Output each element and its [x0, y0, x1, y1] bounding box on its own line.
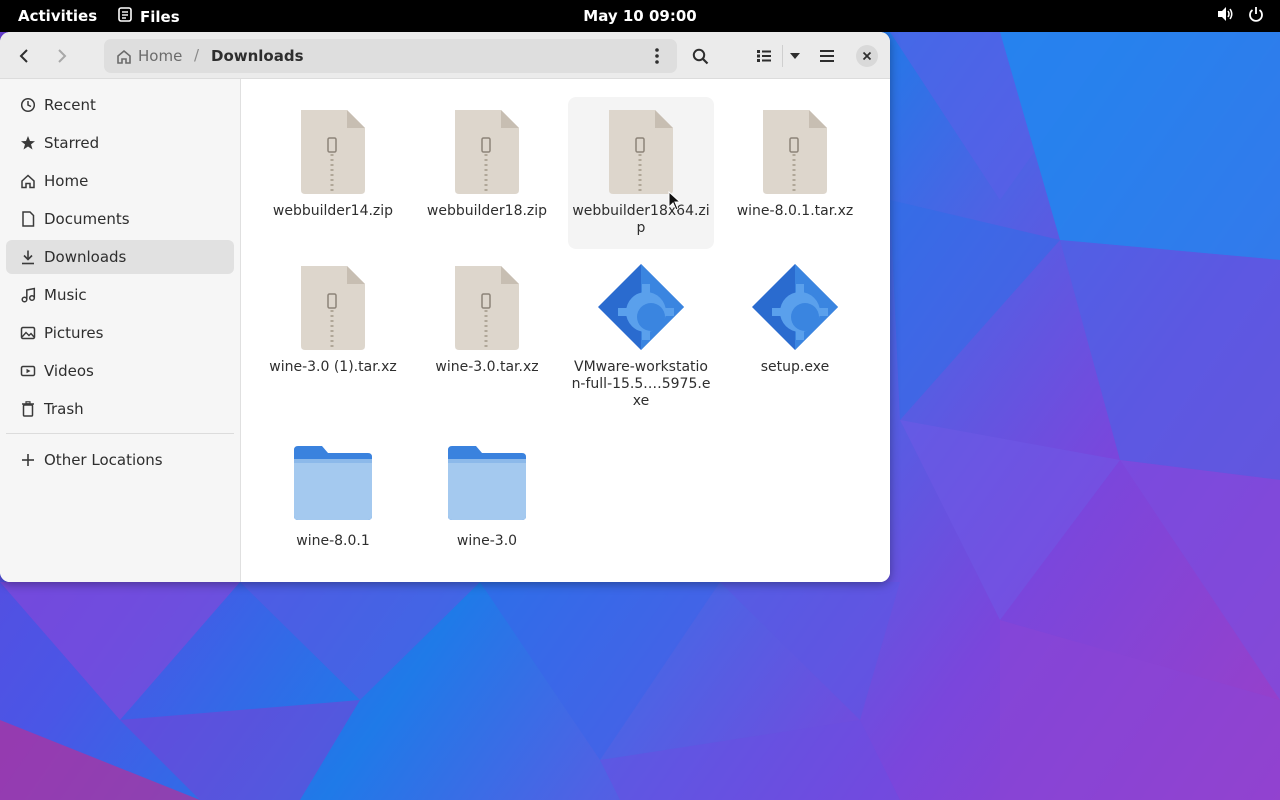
- path-bar[interactable]: Home / Downloads: [104, 39, 677, 73]
- system-tray[interactable]: [1216, 6, 1264, 26]
- archive-icon: [593, 103, 689, 199]
- search-icon: [692, 48, 708, 64]
- sidebar-item-label: Downloads: [44, 248, 127, 266]
- file-name: wine-3.0: [456, 533, 518, 549]
- kebab-menu-icon: [655, 48, 659, 64]
- file-item[interactable]: webbuilder14.zip: [260, 97, 406, 220]
- file-name: webbuilder18.zip: [426, 203, 548, 219]
- sidebar-item-starred[interactable]: Starred: [6, 126, 234, 160]
- breadcrumb-home[interactable]: Home: [116, 47, 182, 65]
- picture-icon: [20, 325, 36, 341]
- sidebar-item-home[interactable]: Home: [6, 164, 234, 198]
- sidebar-item-recent[interactable]: Recent: [6, 88, 234, 122]
- app-name: Files: [140, 7, 180, 26]
- executable-icon: [593, 259, 689, 355]
- caret-down-icon: [790, 53, 800, 59]
- power-icon[interactable]: [1248, 6, 1264, 26]
- chevron-left-icon: [19, 49, 28, 63]
- file-name: webbuilder18x64.zip: [572, 203, 710, 236]
- file-item[interactable]: wine-8.0.1.tar.xz: [722, 97, 868, 220]
- document-icon: [20, 211, 36, 227]
- app-menu[interactable]: Files: [118, 7, 180, 26]
- breadcrumb-current[interactable]: Downloads: [211, 47, 304, 65]
- header-bar: Home / Downloads: [0, 32, 890, 79]
- sidebar-item-label: Trash: [44, 400, 84, 418]
- main-menu-button[interactable]: [811, 40, 843, 72]
- file-name: wine-8.0.1: [296, 533, 370, 549]
- folder-icon: [285, 433, 381, 529]
- sidebar-item-label: Home: [44, 172, 89, 190]
- sidebar-item-label: Starred: [44, 134, 100, 152]
- file-item[interactable]: wine-3.0: [414, 427, 560, 550]
- file-name: webbuilder14.zip: [272, 203, 394, 219]
- archive-icon: [285, 103, 381, 199]
- search-button[interactable]: [684, 40, 716, 72]
- breadcrumb-separator: /: [194, 46, 200, 64]
- archive-icon: [439, 103, 535, 199]
- volume-icon[interactable]: [1216, 6, 1234, 26]
- plus-icon: [20, 452, 36, 468]
- list-view-icon: [757, 50, 771, 62]
- sidebar-item-label: Music: [44, 286, 87, 304]
- mouse-pointer-icon: [668, 191, 682, 211]
- sidebar-item-label: Other Locations: [44, 451, 163, 469]
- sidebar-item-videos[interactable]: Videos: [6, 354, 234, 388]
- file-item[interactable]: wine-3.0.tar.xz: [414, 253, 560, 376]
- home-icon: [20, 173, 36, 189]
- files-app-icon: [118, 7, 132, 26]
- file-item[interactable]: wine-3.0 (1).tar.xz: [260, 253, 406, 376]
- sidebar-item-pictures[interactable]: Pictures: [6, 316, 234, 350]
- close-icon: [862, 51, 872, 61]
- sidebar-item-label: Pictures: [44, 324, 104, 342]
- file-name: wine-3.0 (1).tar.xz: [269, 359, 397, 375]
- sidebar-item-label: Recent: [44, 96, 96, 114]
- forward-button[interactable]: [46, 40, 78, 72]
- file-item[interactable]: VMware-workstation-full-15.5.…5975.exe: [568, 253, 714, 410]
- file-name: setup.exe: [760, 359, 830, 375]
- sidebar-item-downloads[interactable]: Downloads: [6, 240, 234, 274]
- archive-icon: [285, 259, 381, 355]
- close-window-button[interactable]: [856, 45, 878, 67]
- activities-button[interactable]: Activities: [18, 7, 97, 25]
- sidebar-item-other-locations[interactable]: Other Locations: [6, 443, 234, 477]
- sidebar-divider: [6, 433, 234, 434]
- view-options: [748, 40, 806, 72]
- music-icon: [20, 287, 36, 303]
- list-view-button[interactable]: [748, 40, 780, 72]
- star-icon: [20, 135, 36, 151]
- clock[interactable]: May 10 09:00: [583, 7, 696, 25]
- files-window: Home / Downloads Recent Starred Home Doc…: [0, 32, 890, 582]
- hamburger-menu-icon: [820, 50, 834, 62]
- home-icon: [117, 49, 131, 64]
- view-divider: [782, 45, 783, 67]
- sidebar: Recent Starred Home Documents Downloads …: [0, 79, 241, 582]
- folder-icon: [439, 433, 535, 529]
- sidebar-item-label: Videos: [44, 362, 94, 380]
- file-name: wine-3.0.tar.xz: [435, 359, 539, 375]
- sidebar-item-trash[interactable]: Trash: [6, 392, 234, 426]
- chevron-right-icon: [58, 49, 67, 63]
- executable-icon: [747, 259, 843, 355]
- download-icon: [20, 249, 36, 265]
- clock-icon: [20, 97, 36, 113]
- trash-icon: [20, 401, 36, 417]
- back-button[interactable]: [8, 40, 40, 72]
- sidebar-item-documents[interactable]: Documents: [6, 202, 234, 236]
- file-name: wine-8.0.1.tar.xz: [736, 203, 854, 219]
- file-grid: webbuilder14.zip webbuilder18.zip webbui…: [241, 79, 890, 582]
- sidebar-item-label: Documents: [44, 210, 130, 228]
- file-item[interactable]: setup.exe: [722, 253, 868, 376]
- top-bar: Activities Files May 10 09:00: [0, 0, 1280, 32]
- archive-icon: [439, 259, 535, 355]
- file-item[interactable]: webbuilder18.zip: [414, 97, 560, 220]
- view-options-dropdown[interactable]: [785, 40, 805, 72]
- path-menu-button[interactable]: [641, 40, 673, 72]
- sidebar-item-music[interactable]: Music: [6, 278, 234, 312]
- file-name: VMware-workstation-full-15.5.…5975.exe: [571, 359, 711, 409]
- file-item[interactable]: webbuilder18x64.zip: [568, 97, 714, 249]
- file-item[interactable]: wine-8.0.1: [260, 427, 406, 550]
- video-icon: [20, 363, 36, 379]
- archive-icon: [747, 103, 843, 199]
- breadcrumb-home-label: Home: [138, 47, 183, 65]
